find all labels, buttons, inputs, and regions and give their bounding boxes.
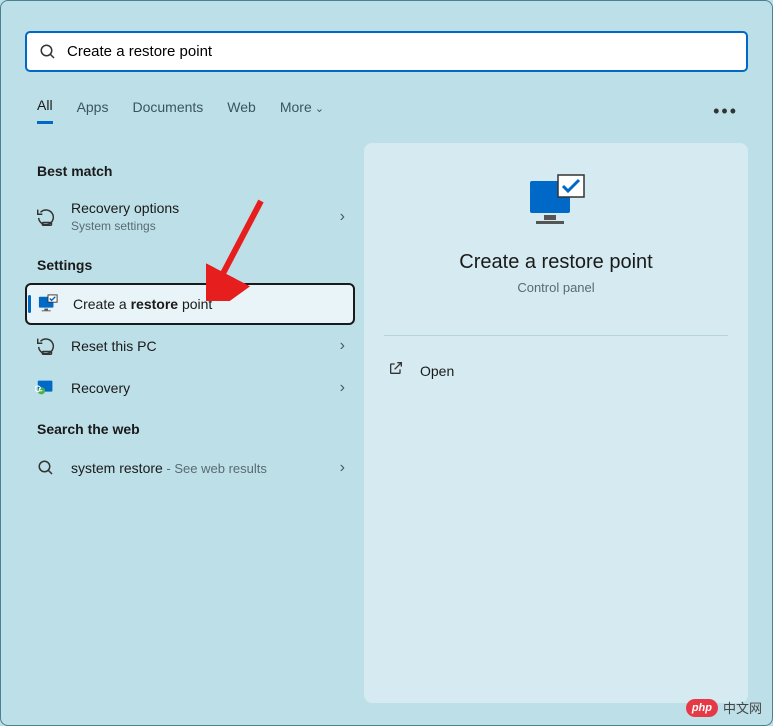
filter-tabs: All Apps Documents Web More⌄ bbox=[37, 97, 324, 124]
watermark: php 中文网 bbox=[686, 698, 762, 717]
tab-more[interactable]: More⌄ bbox=[280, 99, 324, 123]
result-web-search[interactable]: system restore - See web results › bbox=[25, 447, 355, 489]
tab-all[interactable]: All bbox=[37, 97, 53, 124]
tab-apps[interactable]: Apps bbox=[77, 99, 109, 123]
preview-title: Create a restore point bbox=[384, 251, 728, 274]
restore-icon bbox=[35, 206, 57, 228]
preview-panel: Create a restore point Control panel Ope… bbox=[364, 143, 748, 703]
section-best-match: Best match bbox=[37, 163, 355, 179]
section-web: Search the web bbox=[37, 421, 355, 437]
tab-web[interactable]: Web bbox=[227, 99, 256, 123]
search-input[interactable] bbox=[67, 43, 734, 60]
search-icon bbox=[35, 459, 57, 477]
preview-icon bbox=[384, 173, 728, 233]
result-text: Recovery bbox=[71, 379, 340, 397]
chevron-right-icon[interactable]: › bbox=[340, 459, 345, 477]
chevron-right-icon[interactable]: › bbox=[340, 337, 345, 355]
search-icon bbox=[39, 43, 57, 61]
preview-subtitle: Control panel bbox=[384, 280, 728, 295]
watermark-badge: php bbox=[686, 699, 718, 717]
monitor-check-icon bbox=[37, 294, 59, 314]
divider bbox=[384, 335, 728, 336]
result-create-restore-point[interactable]: Create a restore point bbox=[25, 283, 355, 325]
reset-icon bbox=[35, 335, 57, 357]
tab-documents[interactable]: Documents bbox=[132, 99, 203, 123]
recovery-icon bbox=[35, 377, 57, 399]
result-text: system restore - See web results bbox=[71, 459, 340, 478]
results-column: Best match Recovery options System setti… bbox=[25, 151, 355, 489]
watermark-text: 中文网 bbox=[723, 698, 762, 717]
result-text: Reset this PC bbox=[71, 337, 340, 355]
chevron-right-icon[interactable]: › bbox=[340, 379, 345, 397]
chevron-down-icon: ⌄ bbox=[315, 103, 324, 115]
result-text: Recovery options System settings bbox=[71, 199, 340, 235]
result-reset-pc[interactable]: Reset this PC › bbox=[25, 325, 355, 367]
options-menu[interactable]: ••• bbox=[713, 101, 738, 122]
result-recovery-options[interactable]: Recovery options System settings › bbox=[25, 189, 355, 245]
chevron-right-icon[interactable]: › bbox=[340, 208, 345, 226]
preview-action-label: Open bbox=[420, 363, 454, 379]
preview-action-open[interactable]: Open bbox=[384, 354, 728, 387]
search-bar[interactable] bbox=[25, 31, 748, 72]
result-text: Create a restore point bbox=[73, 295, 343, 313]
result-recovery[interactable]: Recovery › bbox=[25, 367, 355, 409]
open-external-icon bbox=[388, 360, 406, 381]
section-settings: Settings bbox=[37, 257, 355, 273]
